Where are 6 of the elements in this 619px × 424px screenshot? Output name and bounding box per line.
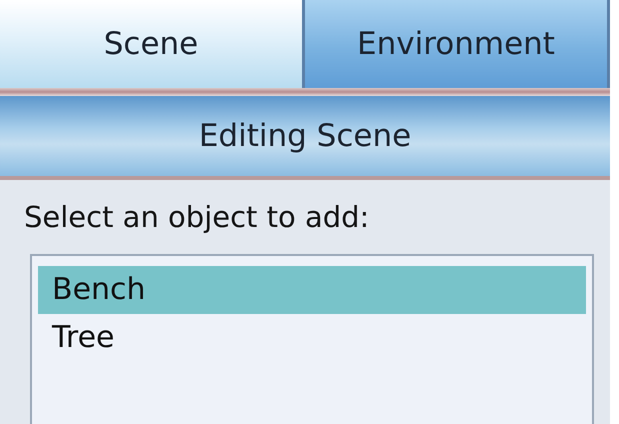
- list-item[interactable]: Bench: [38, 266, 586, 314]
- prompt-label: Select an object to add:: [24, 200, 370, 234]
- section-header: Editing Scene: [0, 96, 610, 180]
- list-item[interactable]: Tree: [38, 314, 586, 362]
- tab[interactable]: Environment: [305, 0, 610, 88]
- tab[interactable]: Scene: [0, 0, 305, 88]
